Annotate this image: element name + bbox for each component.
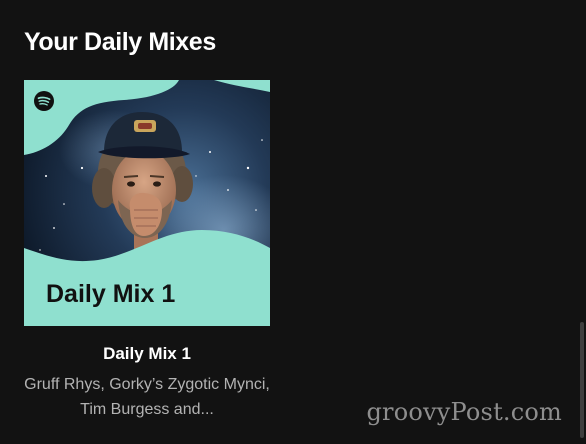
cover-art-graphic: Daily Mix 1: [24, 80, 270, 326]
watermark-logo: groovyPost.com: [366, 398, 562, 426]
mix-artists: Gruff Rhys, Gorky’s Zygotic Mynci, Tim B…: [24, 376, 270, 418]
section-title: Your Daily Mixes: [24, 28, 216, 56]
scrollbar-thumb[interactable]: [580, 322, 584, 438]
cover-label: Daily Mix 1: [46, 280, 175, 308]
spotify-icon: [34, 91, 54, 111]
daily-mix-card[interactable]: Daily Mix 1 Daily Mix 1 Gruff Rhys, Gork…: [24, 80, 270, 420]
mix-cover-art[interactable]: Daily Mix 1: [24, 80, 270, 326]
mix-title[interactable]: Daily Mix 1: [24, 344, 270, 364]
